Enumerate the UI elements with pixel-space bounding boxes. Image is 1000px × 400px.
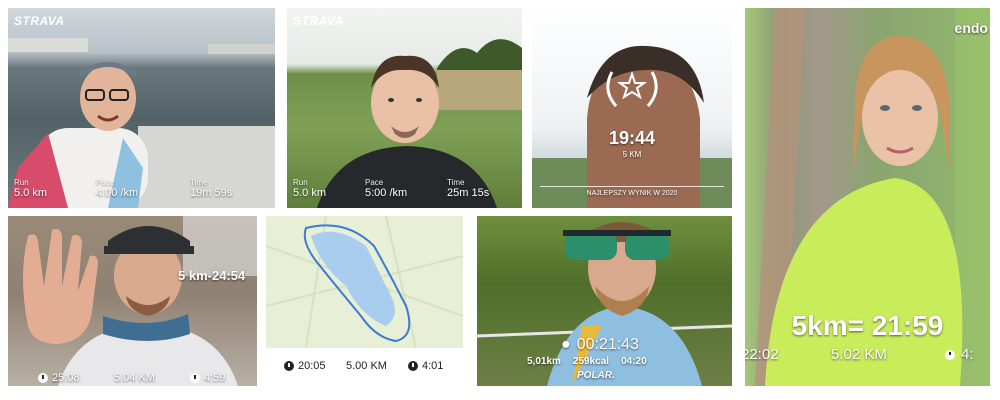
result-time: 19:44 [608,128,656,148]
clock-icon [38,373,48,383]
stat-row: 5,01km 259kcal 04:20 [527,356,647,367]
laurel-badge-icon [606,70,658,107]
polar-logo: POLAR. [577,370,615,381]
photo-tile-2: STRAVA Run 5.0 km Pace 5:00 /km Time 25m… [287,8,522,208]
stat-calories: 259kcal [572,356,610,367]
stat-time: 20:05 [284,360,326,372]
stat-pace: 4:59 [190,372,225,384]
result-distance: 5 KM [622,150,642,159]
stat-pace: 4:01 [408,360,443,372]
stat-distance: 5,01km [527,356,561,367]
stat-distance: 5.04 KM [114,372,155,384]
strava-logo: STRAVA [293,14,344,28]
stat-pace: Pace 4:00 /km [96,178,139,199]
stat-run: Run 5.0 km [14,178,48,199]
pace-icon [408,361,418,371]
stat-time: Time 19m 59s [190,178,233,199]
pace-icon [190,373,200,383]
stat-time: Time 25m 15s [447,178,490,199]
overlay-result: 5 km-24:54 [178,268,246,283]
stat-time: 22:02 [745,346,779,363]
clock-icon [284,361,294,371]
clock-icon [945,349,955,360]
photo-tile-7: ● 00:21:43 5,01km 259kcal 04:20 POLAR. [477,216,732,386]
headline-result: 5km= 21:59 [791,310,944,341]
photo-tile-4: endo 5km= 21:59 22:02 5.02 KM 4: [745,8,990,386]
strava-logo: STRAVA [14,14,65,28]
photo-tile-3: 19:44 5 KM NAJLEPSZY WYNIK W 2020 [532,8,732,208]
selfie-illustration [23,216,257,386]
result-caption: NAJLEPSZY WYNIK W 2020 [586,190,678,197]
stat-time: ● 00:21:43 [561,336,639,353]
photo-tile-5: 5 km-24:54 25:08 5.04 KM 4:59 [8,216,257,386]
endomondo-logo: endo [954,20,988,36]
stat-distance: 5.00 KM [346,360,387,372]
stat-time: 25:08 [38,372,80,384]
route-map-tile: 20:05 5.00 KM 4:01 [266,216,463,386]
selfie-illustration [8,38,275,208]
stat-pace: 04:20 [621,356,647,367]
map-stats-bar: 20:05 5.00 KM 4:01 [266,348,463,386]
stat-pace: Pace 5:00 /km [365,178,408,199]
runner-icon: ● [561,336,571,353]
photo-tile-1: STRAVA Run 5.0 km Pace 4:00 /km Time 19m… [8,8,275,208]
stat-distance: 5.02 KM [831,346,887,363]
route-map [266,216,463,348]
stat-pace: 4: [945,346,974,363]
stat-run: Run 5.0 km [293,178,327,199]
